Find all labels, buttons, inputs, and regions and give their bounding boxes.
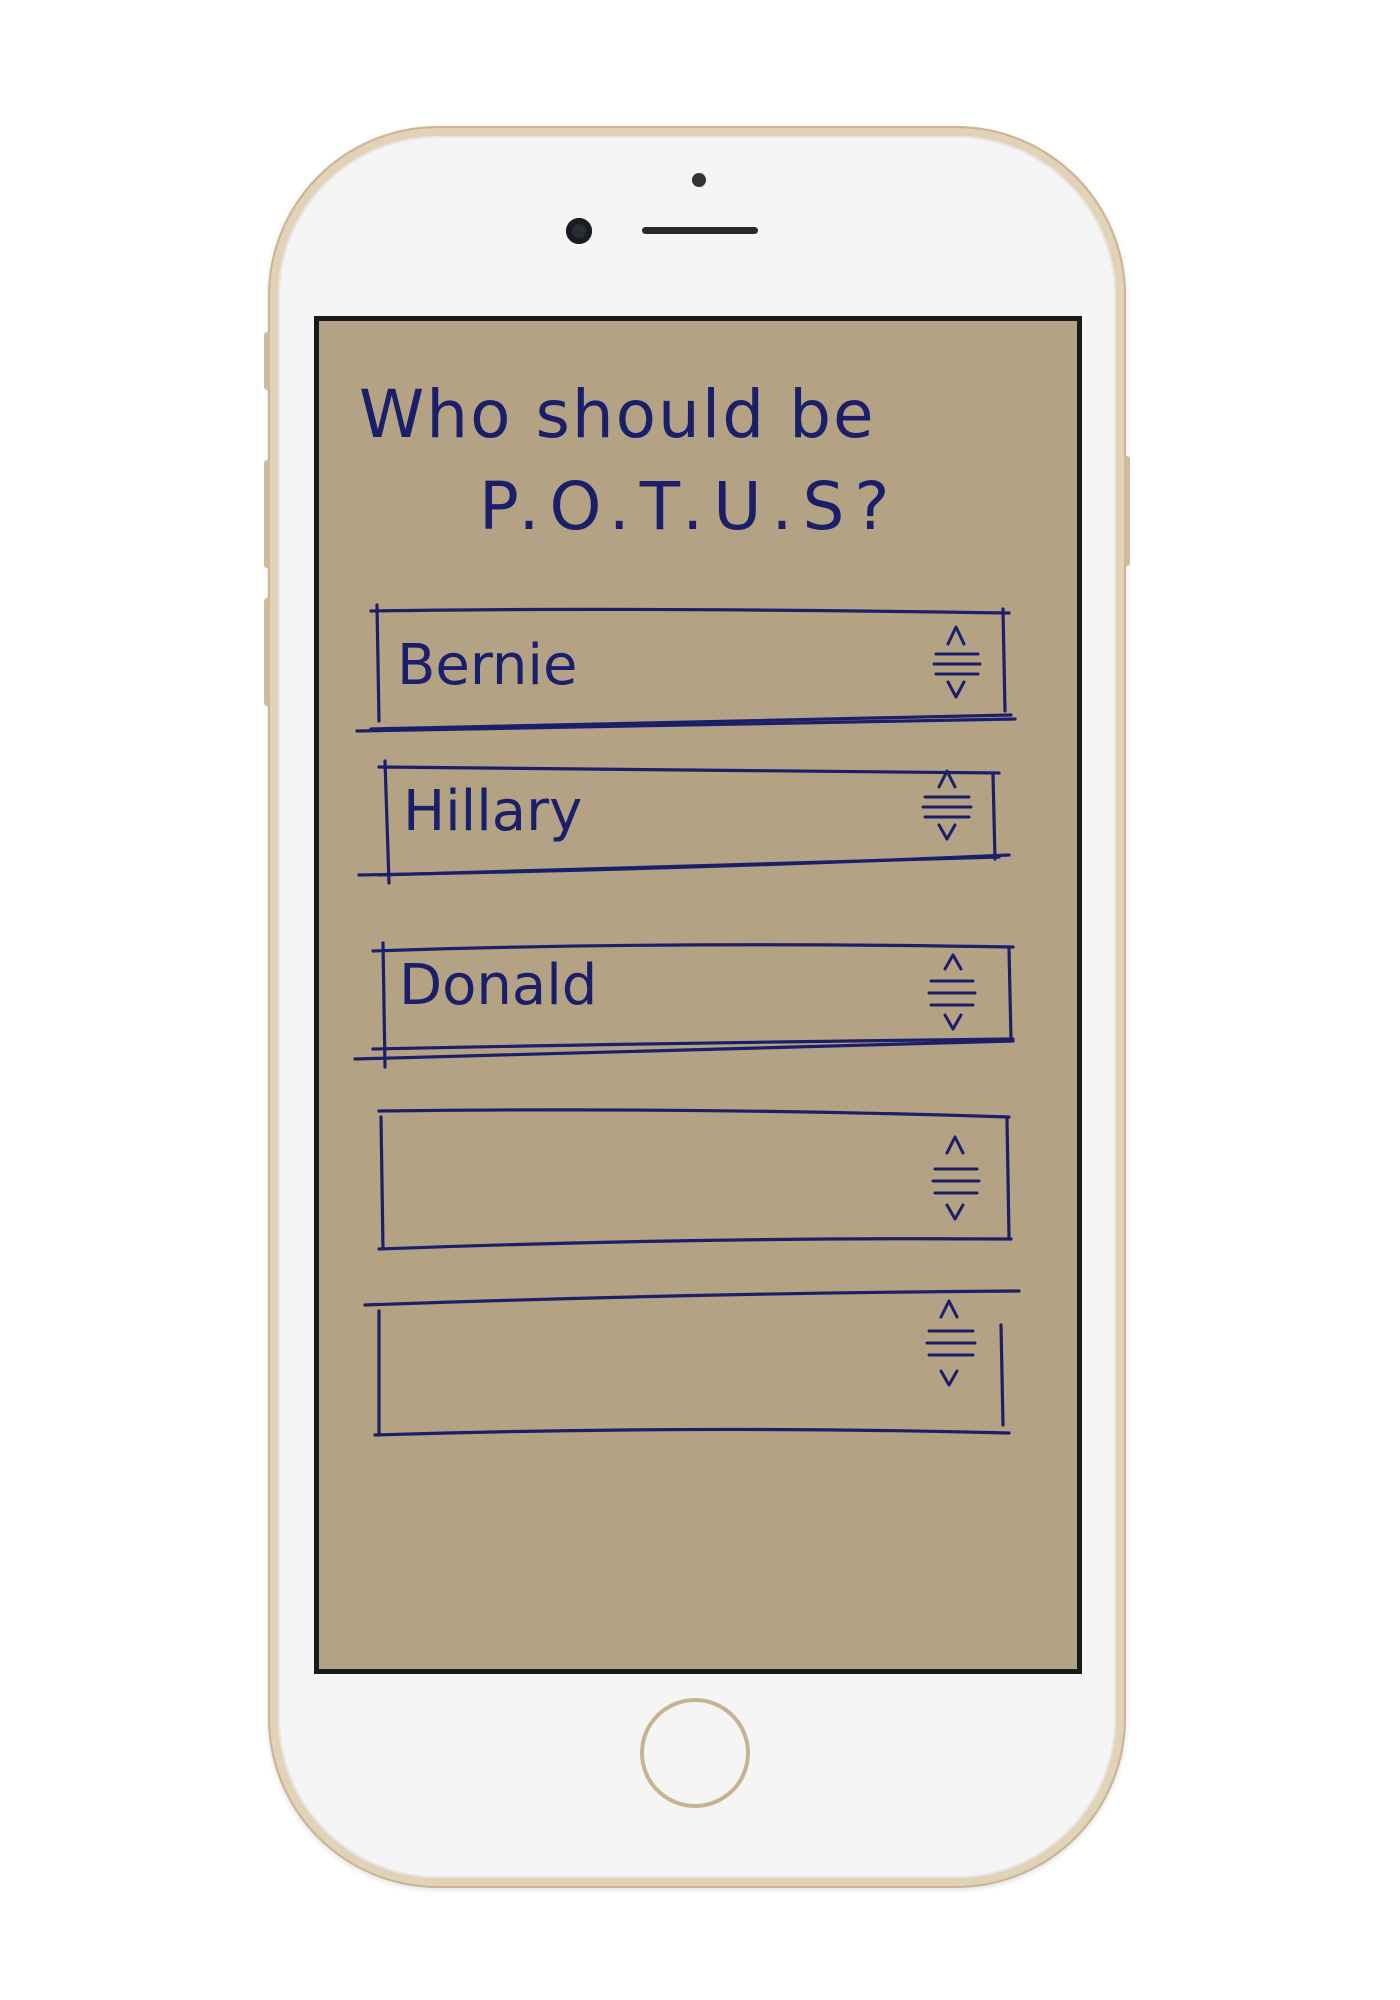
screen: Who should be P.O.T.U.S? Bernie Hillary … — [314, 316, 1082, 1674]
picker-2-value: Hillary — [403, 779, 583, 844]
proximity-sensor — [692, 173, 706, 187]
volume-up-button — [264, 460, 270, 568]
volume-down-button — [264, 598, 270, 706]
earpiece-speaker — [642, 227, 758, 234]
home-button[interactable] — [640, 1698, 750, 1808]
front-camera-icon — [566, 218, 592, 244]
picker-1-value: Bernie — [397, 633, 578, 698]
picker-4[interactable] — [381, 1113, 1009, 1243]
picker-5[interactable] — [379, 1299, 1005, 1431]
mute-switch — [264, 332, 270, 390]
power-button — [1124, 456, 1130, 566]
picker-3-value: Donald — [399, 953, 598, 1018]
